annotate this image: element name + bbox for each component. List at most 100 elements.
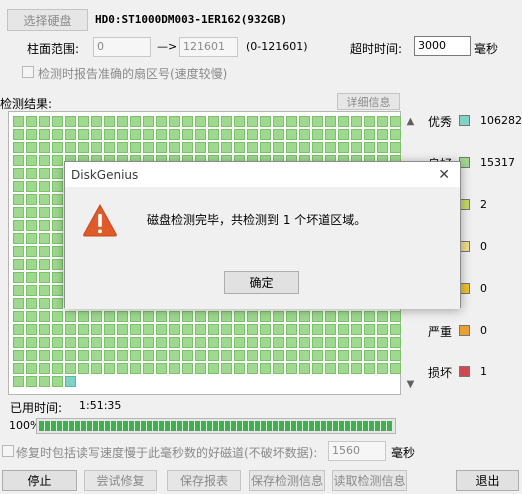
range-to-input[interactable]: 121601: [179, 37, 238, 57]
sector-block: [104, 324, 115, 335]
sector-block: [299, 350, 310, 361]
sector-block: [91, 337, 102, 348]
sector-block: [208, 116, 219, 127]
scroll-up-icon[interactable]: ▲: [402, 113, 419, 130]
sector-block: [390, 129, 401, 140]
sector-block: [13, 298, 24, 309]
sector-block: [195, 142, 206, 153]
sector-block: [130, 311, 141, 322]
legend-swatch: [459, 115, 470, 126]
sector-block: [78, 324, 89, 335]
sector-block: [52, 233, 63, 244]
sector-block: [130, 142, 141, 153]
sector-block: [13, 363, 24, 374]
sector-block: [117, 363, 128, 374]
repair-ms-input[interactable]: 1560: [328, 441, 386, 461]
sector-block: [26, 363, 37, 374]
sector-block: [39, 129, 50, 140]
save-report-button[interactable]: 保存报表: [167, 470, 241, 491]
legend-count: 2: [480, 198, 487, 211]
sector-block: [234, 337, 245, 348]
sector-block: [377, 311, 388, 322]
legend-count: 0: [480, 282, 487, 295]
sector-block: [208, 363, 219, 374]
sector-block: [208, 311, 219, 322]
sector-block: [390, 142, 401, 153]
sector-block: [234, 363, 245, 374]
sector-block: [377, 129, 388, 140]
report-sector-checkbox[interactable]: [22, 66, 34, 78]
sector-block: [65, 350, 76, 361]
sector-block: [13, 168, 24, 179]
sector-block: [117, 350, 128, 361]
sector-block: [195, 311, 206, 322]
load-info-button[interactable]: 读取检测信息: [332, 470, 407, 491]
repair-slow-label: 修复时包括读写速度慢于此毫秒数的好磁道(不破坏数据):: [16, 446, 318, 460]
sector-block: [169, 350, 180, 361]
exit-button[interactable]: 退出: [456, 470, 519, 491]
sector-block: [26, 129, 37, 140]
close-icon[interactable]: ✕: [438, 167, 450, 183]
sector-block: [247, 142, 258, 153]
sector-block: [208, 129, 219, 140]
range-span: (0-121601): [246, 40, 308, 53]
sector-block: [26, 116, 37, 127]
sector-block: [325, 129, 336, 140]
sector-block: [377, 350, 388, 361]
sector-block: [91, 350, 102, 361]
sector-block: [273, 350, 284, 361]
sector-block: [325, 363, 336, 374]
sector-block: [156, 337, 167, 348]
sector-block: [247, 116, 258, 127]
sector-block: [156, 363, 167, 374]
legend-count: 0: [480, 324, 487, 337]
sector-block: [338, 337, 349, 348]
stop-button[interactable]: 停止: [2, 470, 77, 491]
save-info-button[interactable]: 保存检测信息: [249, 470, 325, 491]
timeout-input[interactable]: 3000: [414, 36, 471, 56]
sector-block: [117, 324, 128, 335]
sector-block: [13, 129, 24, 140]
sector-block: [117, 129, 128, 140]
sector-block: [39, 155, 50, 166]
sector-block: [195, 116, 206, 127]
select-disk-button[interactable]: 选择硬盘: [7, 9, 88, 31]
sector-block: [299, 129, 310, 140]
sector-block: [52, 324, 63, 335]
sector-block: [39, 363, 50, 374]
sector-block: [325, 116, 336, 127]
range-from-input[interactable]: 0: [93, 37, 151, 57]
sector-block: [390, 324, 401, 335]
sector-block: [117, 311, 128, 322]
sector-block: [364, 142, 375, 153]
sector-block: [13, 272, 24, 283]
sector-block: [312, 337, 323, 348]
sector-block: [377, 142, 388, 153]
repair-slow-checkbox[interactable]: [2, 445, 14, 457]
sector-block: [260, 129, 271, 140]
sector-block: [143, 337, 154, 348]
sector-block: [312, 311, 323, 322]
sector-block: [338, 363, 349, 374]
sector-block: [182, 337, 193, 348]
ok-button[interactable]: 确定: [224, 271, 299, 294]
sector-block: [377, 324, 388, 335]
sector-block: [52, 194, 63, 205]
try-repair-button[interactable]: 尝试修复: [84, 470, 157, 491]
details-button[interactable]: 详细信息: [337, 93, 400, 110]
sector-block: [182, 311, 193, 322]
scroll-down-icon[interactable]: ▼: [402, 376, 419, 393]
sector-block: [39, 246, 50, 257]
sector-block: [26, 233, 37, 244]
sector-block: [312, 129, 323, 140]
sector-block: [312, 363, 323, 374]
sector-block: [13, 155, 24, 166]
sector-block: [39, 233, 50, 244]
sector-block: [78, 129, 89, 140]
sector-block: [312, 116, 323, 127]
sector-block: [52, 337, 63, 348]
sector-block: [325, 311, 336, 322]
sector-block: [169, 311, 180, 322]
sector-block: [273, 129, 284, 140]
sector-block: [91, 129, 102, 140]
